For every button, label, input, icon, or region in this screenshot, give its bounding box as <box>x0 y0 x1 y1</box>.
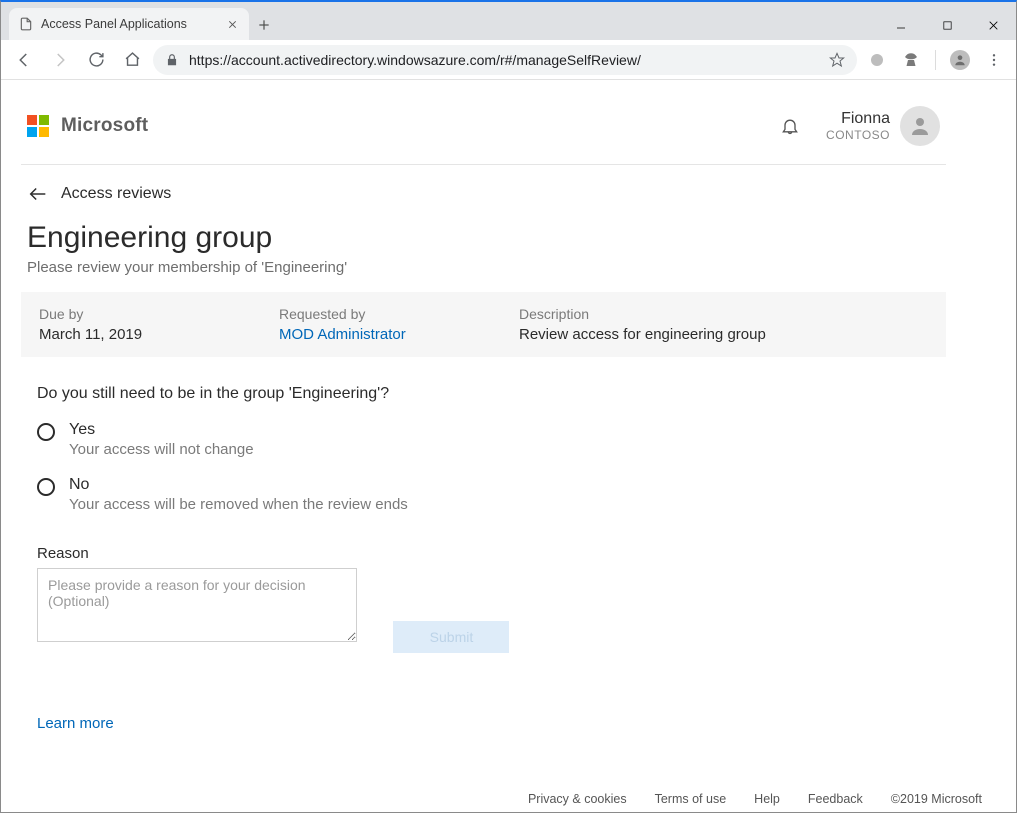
back-to-reviews[interactable]: Access reviews <box>21 165 177 217</box>
nav-reload-button[interactable] <box>81 45 111 75</box>
tab-title: Access Panel Applications <box>41 17 217 31</box>
radio-yes[interactable] <box>37 423 55 441</box>
due-by-value: March 11, 2019 <box>39 326 279 343</box>
user-name: Fionna <box>826 110 890 128</box>
page-scroll[interactable]: Microsoft Fionna CONTOSO Access reviews <box>1 80 1016 812</box>
extension-icon-2[interactable] <box>897 46 925 74</box>
back-label: Access reviews <box>61 185 171 203</box>
description-label: Description <box>519 306 928 322</box>
window-maximize-button[interactable] <box>924 10 970 40</box>
profile-button[interactable] <box>946 46 974 74</box>
window-close-button[interactable] <box>970 10 1016 40</box>
footer-copyright: ©2019 Microsoft <box>891 792 982 806</box>
window-titlebar: Access Panel Applications <box>1 2 1016 40</box>
page-hero: Engineering group Please review your mem… <box>21 217 946 292</box>
microsoft-wordmark: Microsoft <box>61 115 148 137</box>
tab-close-icon[interactable] <box>225 17 239 31</box>
footer-feedback[interactable]: Feedback <box>808 792 863 806</box>
lock-icon <box>165 53 179 67</box>
review-info-bar: Due by March 11, 2019 Requested by MOD A… <box>21 292 946 357</box>
new-tab-button[interactable] <box>249 10 279 40</box>
learn-more-link[interactable]: Learn more <box>37 715 114 732</box>
page-subtitle: Please review your membership of 'Engine… <box>27 259 940 276</box>
toolbar-divider <box>935 50 936 70</box>
avatar[interactable] <box>900 106 940 146</box>
option-yes[interactable]: Yes Your access will not change <box>21 417 946 472</box>
window-minimize-button[interactable] <box>878 10 924 40</box>
page-title: Engineering group <box>27 221 940 255</box>
due-by-label: Due by <box>39 306 279 322</box>
footer-help[interactable]: Help <box>754 792 780 806</box>
microsoft-logo-icon <box>27 115 49 137</box>
arrow-left-icon <box>27 183 49 205</box>
description-value: Review access for engineering group <box>519 326 928 343</box>
option-no[interactable]: No Your access will be removed when the … <box>21 472 946 527</box>
nav-back-button[interactable] <box>9 45 39 75</box>
address-bar[interactable]: https://account.activedirectory.windowsa… <box>153 45 857 75</box>
page-icon <box>19 17 33 31</box>
option-no-label: No <box>69 476 408 494</box>
radio-no[interactable] <box>37 478 55 496</box>
reason-label: Reason <box>21 527 946 568</box>
requested-by-link[interactable]: MOD Administrator <box>279 326 519 343</box>
browser-menu-button[interactable] <box>980 46 1008 74</box>
notifications-button[interactable] <box>772 108 808 144</box>
user-org: CONTOSO <box>826 128 890 142</box>
submit-button[interactable]: Submit <box>393 621 509 653</box>
window-controls <box>878 10 1016 40</box>
browser-tab[interactable]: Access Panel Applications <box>9 8 249 40</box>
review-question: Do you still need to be in the group 'En… <box>21 385 946 417</box>
option-no-desc: Your access will be removed when the rev… <box>69 496 408 513</box>
viewport: Microsoft Fionna CONTOSO Access reviews <box>1 80 1016 812</box>
requested-by-label: Requested by <box>279 306 519 322</box>
nav-forward-button[interactable] <box>45 45 75 75</box>
footer-terms[interactable]: Terms of use <box>655 792 727 806</box>
brand-header: Microsoft Fionna CONTOSO <box>21 100 946 165</box>
url-text: https://account.activedirectory.windowsa… <box>189 52 819 68</box>
option-yes-label: Yes <box>69 421 254 439</box>
reason-input[interactable] <box>37 568 357 642</box>
option-yes-desc: Your access will not change <box>69 441 254 458</box>
extension-icon[interactable] <box>863 46 891 74</box>
nav-home-button[interactable] <box>117 45 147 75</box>
footer-privacy[interactable]: Privacy & cookies <box>528 792 627 806</box>
bookmark-star-icon[interactable] <box>829 52 845 68</box>
user-block[interactable]: Fionna CONTOSO <box>826 110 890 142</box>
page-footer: Privacy & cookies Terms of use Help Feed… <box>528 792 982 806</box>
browser-toolbar: https://account.activedirectory.windowsa… <box>1 40 1016 80</box>
microsoft-logo[interactable]: Microsoft <box>27 115 148 137</box>
